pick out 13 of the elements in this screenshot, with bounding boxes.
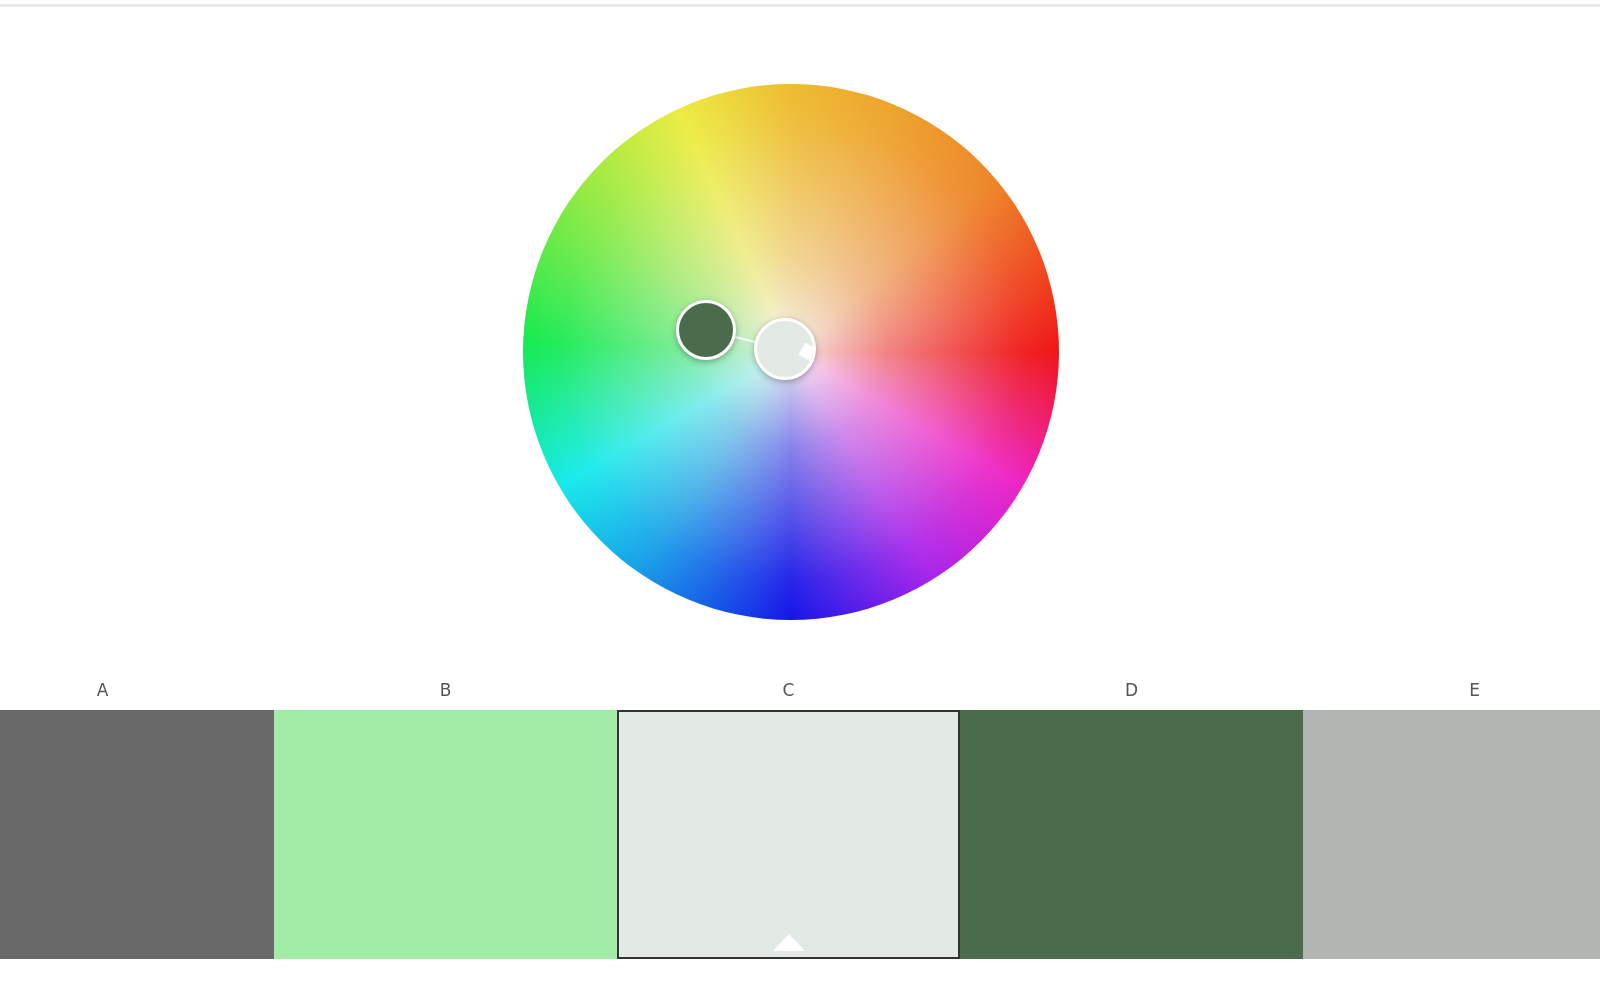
- swatch-label: E: [1469, 680, 1480, 702]
- swatch-label: B: [439, 680, 452, 702]
- swatch-label: C: [782, 680, 795, 702]
- swatch-label: A: [96, 680, 109, 702]
- color-handle[interactable]: [676, 300, 736, 360]
- color-swatch[interactable]: [960, 710, 1303, 959]
- color-swatch[interactable]: [617, 710, 960, 959]
- color-swatch[interactable]: [274, 710, 617, 959]
- color-handle[interactable]: [754, 318, 816, 380]
- color-swatch[interactable]: [1303, 710, 1600, 959]
- triangle-icon: [772, 934, 805, 951]
- swatch-label: D: [1124, 680, 1139, 702]
- color-swatch[interactable]: [0, 710, 274, 959]
